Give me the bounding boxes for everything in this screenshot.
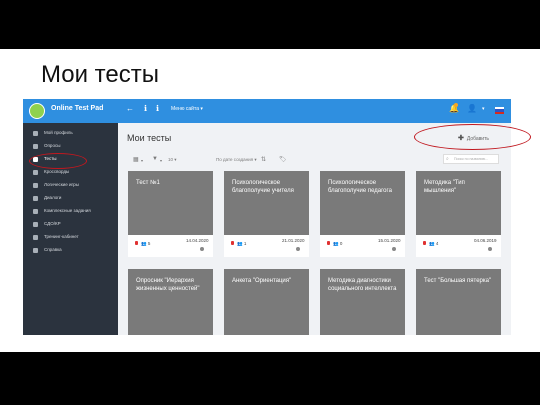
annotation-ellipse-tests [29,153,87,169]
sidebar-item-label: СДО/КР [44,221,61,226]
test-card[interactable]: Психологическое благополучие педагога 👥 … [320,171,405,257]
filter-bar: ▦ ▾ ▼ ▾ 10 ▾ По дате создания ▾ ⇅ 🏷 ⌕ По… [118,153,511,167]
sidebar-item-label: Кроссворды [44,169,70,174]
crossword-icon [33,170,38,175]
sidebar-item-complex-tasks[interactable]: Комплексные задания [23,206,118,218]
chevron-down-icon[interactable]: ▾ [141,158,143,163]
main-content: Мои тесты ✚ Добавить ▦ ▾ ▼ ▾ 10 ▾ По дате… [118,123,511,335]
sidebar-item-label: Тренинг-кабинет [44,234,79,239]
russian-flag-icon[interactable] [495,107,504,114]
chevron-down-icon[interactable]: ▾ [160,158,162,163]
grid-view-icon[interactable]: ▦ [133,156,139,163]
card-title[interactable]: Методика диагностики социального интелле… [328,278,398,293]
sort-order-icon[interactable]: ⇅ [261,156,266,163]
chat-icon [33,196,38,201]
info-icon[interactable]: ℹ [144,104,147,113]
search-placeholder: Поиск по названию... [454,157,489,161]
lock-icon [231,241,234,245]
sidebar-item-logic-games[interactable]: Логические игры [23,180,118,192]
participants-count: 👥 1 [237,241,247,246]
sidebar-item-label: Справка [44,247,62,252]
slide: Мои тесты Online Test Pad ← ℹ ℹ Меню сай… [0,49,540,352]
participants-value: 0 [339,241,343,246]
card-title[interactable]: Анкета "Ориентация" [232,278,302,286]
sidebar-item-training[interactable]: Тренинг-кабинет [23,232,118,244]
training-icon [33,235,38,240]
test-card[interactable]: Методика диагностики социального интелле… [320,269,405,335]
sidebar-item-label: Опросы [44,143,61,148]
page-size-select[interactable]: 10 ▾ [168,157,177,163]
card-date: 15.01.2020 [378,238,401,243]
sidebar-item-label: Логические игры [44,182,79,187]
sort-label: По дате создания [216,157,254,162]
brand-name[interactable]: Online Test Pad [51,105,103,112]
participants-count: 👥 0 [333,241,343,246]
settings-icon[interactable] [200,247,204,251]
sidebar-item-help[interactable]: Справка [23,245,118,257]
card-cover[interactable]: Психологическое благополучие учителя [224,171,309,235]
sdo-icon [33,222,38,227]
test-card[interactable]: Опросник "Иерархия жизненных ценностей" [128,269,213,335]
tasks-icon [33,209,38,214]
card-cover[interactable]: Психологическое благополучие педагога [320,171,405,235]
card-title[interactable]: Тест "Большая пятерка" [424,278,494,286]
card-date: 21.01.2020 [282,238,305,243]
sidebar-item-label: Диалоги [44,195,62,200]
site-menu-label: Меню сайта [171,106,199,112]
lock-icon [135,241,138,245]
card-title[interactable]: Тест №1 [136,180,206,188]
search-icon: ⌕ [446,156,449,162]
card-date: 14.04.2020 [186,238,209,243]
sort-select[interactable]: По дате создания ▾ [216,157,257,163]
tag-icon[interactable]: 🏷 [279,156,287,163]
test-card[interactable]: Тест №1 👥 5 14.04.2020 [128,171,213,257]
sidebar-item-label: Мой профиль [44,130,73,135]
participants-value: 1 [243,241,247,246]
site-menu[interactable]: Меню сайта ▾ [171,106,203,112]
card-cover[interactable]: Тест №1 [128,171,213,235]
card-title[interactable]: Психологическое благополучие педагога [328,180,398,195]
card-title[interactable]: Опросник "Иерархия жизненных ценностей" [136,278,206,293]
sidebar-item-surveys[interactable]: Опросы [23,141,118,153]
settings-icon[interactable] [392,247,396,251]
settings-icon[interactable] [296,247,300,251]
help-icon [33,248,38,253]
back-arrow-icon[interactable]: ← [126,104,134,113]
user-chevron-icon[interactable]: ▾ [482,106,485,112]
user-icon [33,131,38,136]
annotation-ellipse-add [414,124,531,150]
info-icon-2[interactable]: ℹ [156,104,159,113]
lock-icon [327,241,330,245]
card-cover[interactable]: Методика "Тип мышления" [416,171,501,235]
card-title[interactable]: Методика "Тип мышления" [424,180,494,195]
page-size-value: 10 [168,157,174,162]
card-title[interactable]: Психологическое благополучие учителя [232,180,302,195]
participants-count: 👥 4 [429,241,439,246]
logo-icon[interactable] [29,103,45,119]
lock-icon [423,241,426,245]
user-icon[interactable]: 👤 [467,104,477,113]
sidebar-item-sdo[interactable]: СДО/КР [23,219,118,231]
slide-title: Мои тесты [41,61,159,88]
test-card[interactable]: Психологическое благополучие учителя 👥 1… [224,171,309,257]
test-card[interactable]: Тест "Большая пятерка" [416,269,501,335]
filter-icon[interactable]: ▼ [152,156,158,162]
top-bar: Online Test Pad ← ℹ ℹ Меню сайта ▾ 🔔 👤 ▾ [23,99,511,123]
test-card[interactable]: Методика "Тип мышления" 👥 4 04.06.2019 [416,171,501,257]
puzzle-icon [33,183,38,188]
settings-icon[interactable] [488,247,492,251]
participants-value: 5 [147,241,151,246]
test-card[interactable]: Анкета "Ориентация" [224,269,309,335]
participants-value: 4 [435,241,439,246]
bell-badge [454,103,458,107]
card-date: 04.06.2019 [474,238,497,243]
search-input[interactable]: ⌕ Поиск по названию... [443,154,499,164]
page-title: Мои тесты [127,133,172,143]
sidebar-item-crosswords[interactable]: Кроссворды [23,167,118,179]
participants-count: 👥 5 [141,241,151,246]
sidebar-item-label: Комплексные задания [44,208,91,213]
surveys-icon [33,144,38,149]
sidebar-item-profile[interactable]: Мой профиль [23,128,118,140]
sidebar-item-dialogs[interactable]: Диалоги [23,193,118,205]
